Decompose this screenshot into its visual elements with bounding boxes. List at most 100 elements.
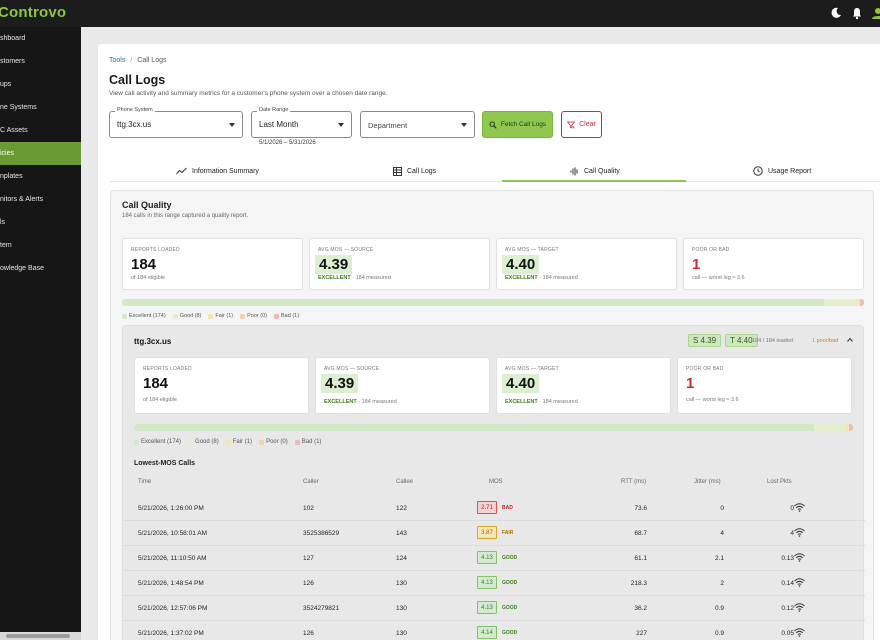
scrollbar-thumb[interactable] — [6, 634, 70, 638]
distribution-segment-bad — [849, 424, 853, 431]
signal-icon[interactable] — [794, 528, 805, 537]
cell-caller: 126 — [303, 580, 314, 587]
clear-button[interactable]: Clear — [561, 111, 602, 138]
legend-swatch — [172, 313, 178, 319]
sidebar-item-phone-systems[interactable]: ne Systems — [0, 96, 81, 119]
bell-icon[interactable] — [850, 6, 864, 20]
cell-lost-pkts: 0 — [790, 505, 794, 512]
measured-count: · 184 measured — [358, 399, 397, 405]
sidebar-scrollbar[interactable] — [0, 632, 81, 640]
cell-callee: 122 — [396, 505, 407, 512]
column-jitter[interactable]: Jitter (ms) — [694, 479, 721, 485]
sidebar-item-knowledge-base[interactable]: owledge Base — [0, 257, 81, 280]
poor-bad-count: 1 poor/bad — [812, 338, 839, 344]
cell-callee: 130 — [396, 605, 407, 612]
dark-mode-icon[interactable] — [829, 6, 843, 20]
stat-label: AVG MOS — TARGET — [505, 247, 559, 253]
cell-rtt: 61.1 — [634, 555, 647, 562]
column-lost-pkts[interactable]: Lost Pkts — [767, 479, 792, 485]
sidebar-item-assets[interactable]: C Assets — [0, 119, 81, 142]
sidebar-item-tools[interactable]: ls — [0, 211, 81, 234]
sidebar-item-monitors-alerts[interactable]: nitors & Alerts — [0, 188, 81, 211]
cell-callee: 124 — [396, 555, 407, 562]
table-row[interactable]: 5/21/2026, 10:58:01 AM 3525386529 143 3.87 F… — [123, 521, 865, 546]
column-caller[interactable]: Caller — [303, 479, 319, 485]
cell-jitter: 4 — [720, 530, 724, 537]
cell-callee: 130 — [396, 580, 407, 587]
mos-grade: GOOD — [502, 605, 518, 611]
brand-logo[interactable]: Controvo — [0, 4, 66, 21]
signal-icon[interactable] — [794, 603, 805, 612]
column-mos[interactable]: MOS — [489, 479, 503, 485]
cell-lost-pkts: 0.13 — [781, 555, 794, 562]
legend-swatch — [188, 439, 194, 445]
user-icon[interactable] — [871, 6, 880, 20]
sidebar-item-customers[interactable]: stomers — [0, 50, 81, 73]
tab-label: Call Quality — [584, 167, 620, 175]
breadcrumb-tools-link[interactable]: Tools — [109, 57, 125, 64]
search-icon — [489, 121, 497, 129]
signal-icon[interactable] — [794, 553, 805, 562]
page-subtitle: View call activity and summary metrics f… — [109, 90, 388, 97]
fetch-call-logs-button[interactable]: Fetch Call Logs — [482, 111, 553, 138]
tab-call-logs[interactable]: Call Logs — [393, 160, 436, 182]
phone-system-value: ttg.3cx.us — [117, 120, 152, 129]
stat-sub: EXCELLENT · 184 measured — [318, 275, 391, 281]
cell-caller: 127 — [303, 555, 314, 562]
lowest-mos-title: Lowest-MOS Calls — [134, 460, 196, 467]
cell-caller: 126 — [303, 630, 314, 637]
breadcrumb: Tools / Call Logs — [109, 57, 166, 64]
legend-label: Good (8) — [179, 313, 202, 319]
signal-icon[interactable] — [794, 628, 805, 637]
sidebar-item-templates[interactable]: nplates — [0, 165, 81, 188]
loaded-count: 184 / 184 loaded — [752, 338, 793, 344]
stat-value: 1 — [692, 256, 701, 273]
call-quality-title: Call Quality — [122, 200, 172, 210]
clear-label: Clear — [579, 121, 596, 128]
stat-label: POOR OR BAD — [686, 366, 724, 372]
system-card: ttg.3cx.us S 4.39 T 4.40 184 / 184 loade… — [122, 325, 865, 640]
legend-swatch — [208, 313, 214, 319]
sidebar-item-groups[interactable]: ups — [0, 73, 81, 96]
legend-item-good: Good (8) — [188, 439, 219, 445]
column-time[interactable]: Time — [138, 479, 151, 485]
cell-callee: 130 — [396, 630, 407, 637]
column-callee[interactable]: Callee — [396, 479, 413, 485]
distribution-segment-good — [823, 299, 856, 306]
cell-time: 5/21/2026, 12:57:06 PM — [138, 605, 208, 612]
cell-caller: 3524279821 — [303, 605, 340, 612]
sidebar-item-policies[interactable]: icies — [0, 142, 81, 165]
main-content: Tools / Call Logs Call Logs View call acti… — [98, 44, 880, 640]
source-mos-badge: S 4.39 — [688, 334, 722, 347]
stat-sub: of 184 eligible — [143, 397, 177, 403]
grade-label: EXCELLENT — [505, 275, 538, 281]
legend-item-poor: Poor (0) — [259, 439, 288, 445]
signal-icon[interactable] — [794, 503, 805, 512]
legend-swatch — [259, 439, 265, 445]
mos-grade: FAIR — [502, 530, 514, 536]
trend-icon — [176, 167, 187, 175]
stat-sub: call — worst leg ≈ 3.6 — [686, 397, 739, 403]
sidebar-item-dashboard[interactable]: shboard — [0, 27, 81, 50]
column-rtt[interactable]: RTT (ms) — [621, 479, 646, 485]
tab-information-summary[interactable]: Information Summary — [176, 160, 259, 182]
table-row[interactable]: 5/21/2026, 1:37:02 PM 126 130 4.14 GOOD 227 0.… — [123, 621, 865, 640]
tab-usage-report[interactable]: Usage Report — [753, 160, 811, 182]
grade-label: EXCELLENT — [505, 399, 538, 405]
legend-item-fair: Fair (1) — [208, 313, 233, 319]
table-row[interactable]: 5/21/2026, 1:26:00 PM 102 122 2.71 BAD 73.6 0 0 — [123, 496, 865, 521]
mos-value: 4.13 — [477, 601, 497, 614]
table-row[interactable]: 5/21/2026, 11:10:50 AM 127 124 4.13 GOOD 61.1… — [123, 546, 865, 571]
sidebar-item-system[interactable]: tem — [0, 234, 81, 257]
table-row[interactable]: 5/21/2026, 12:57:06 PM 3524279821 130 4.13 G… — [123, 596, 865, 621]
legend-label: Poor (0) — [266, 439, 288, 445]
chevron-up-icon[interactable] — [847, 337, 853, 343]
table-row[interactable]: 5/21/2026, 1:48:54 PM 126 130 4.13 GOOD 218.3… — [123, 571, 865, 596]
department-select[interactable]: Department — [360, 111, 475, 138]
tab-label: Usage Report — [768, 167, 812, 175]
system-name: ttg.3cx.us — [134, 337, 172, 346]
tab-call-quality[interactable]: Call Quality — [570, 160, 620, 182]
signal-icon[interactable] — [794, 578, 805, 587]
phone-system-select[interactable]: Phone System ttg.3cx.us — [109, 107, 243, 138]
date-range-select[interactable]: Date Range Last Month — [251, 107, 352, 138]
